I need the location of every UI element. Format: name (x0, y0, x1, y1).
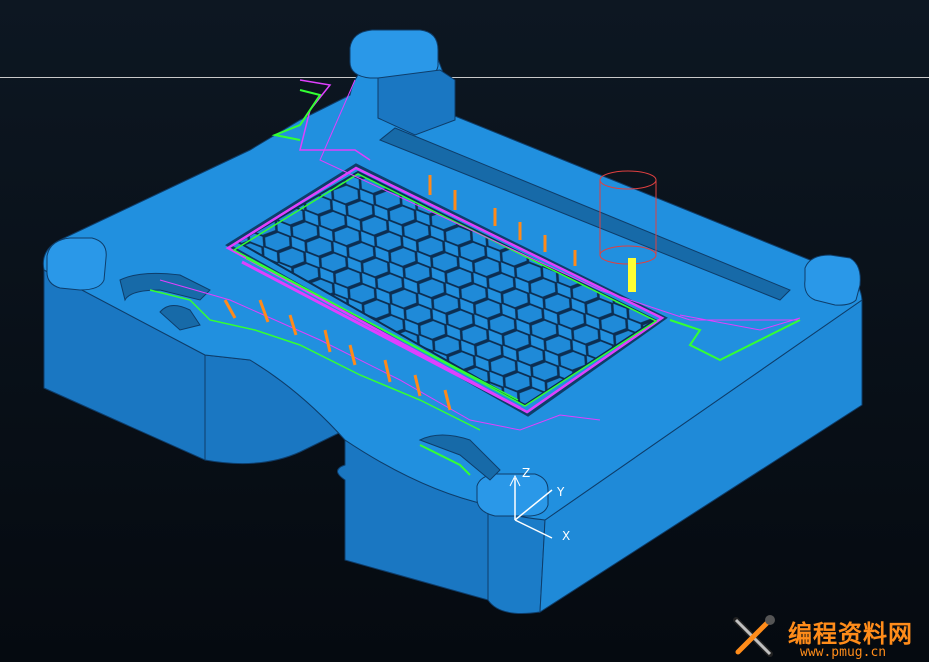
wrench-screwdriver-icon (733, 615, 775, 657)
watermark-title: 编程资料网 (788, 620, 913, 648)
watermark: 编程资料网 www.pmug.cn (728, 612, 929, 662)
watermark-url: www.pmug.cn (800, 645, 887, 660)
mold-model: Z Y X (42, 29, 863, 614)
axis-z-label: Z (522, 466, 530, 480)
cad-viewport[interactable]: Z Y X 编程资料网 www.pmug.cn (0, 0, 929, 662)
axis-y-label: Y (556, 485, 565, 499)
axis-x-label: X (562, 529, 570, 543)
